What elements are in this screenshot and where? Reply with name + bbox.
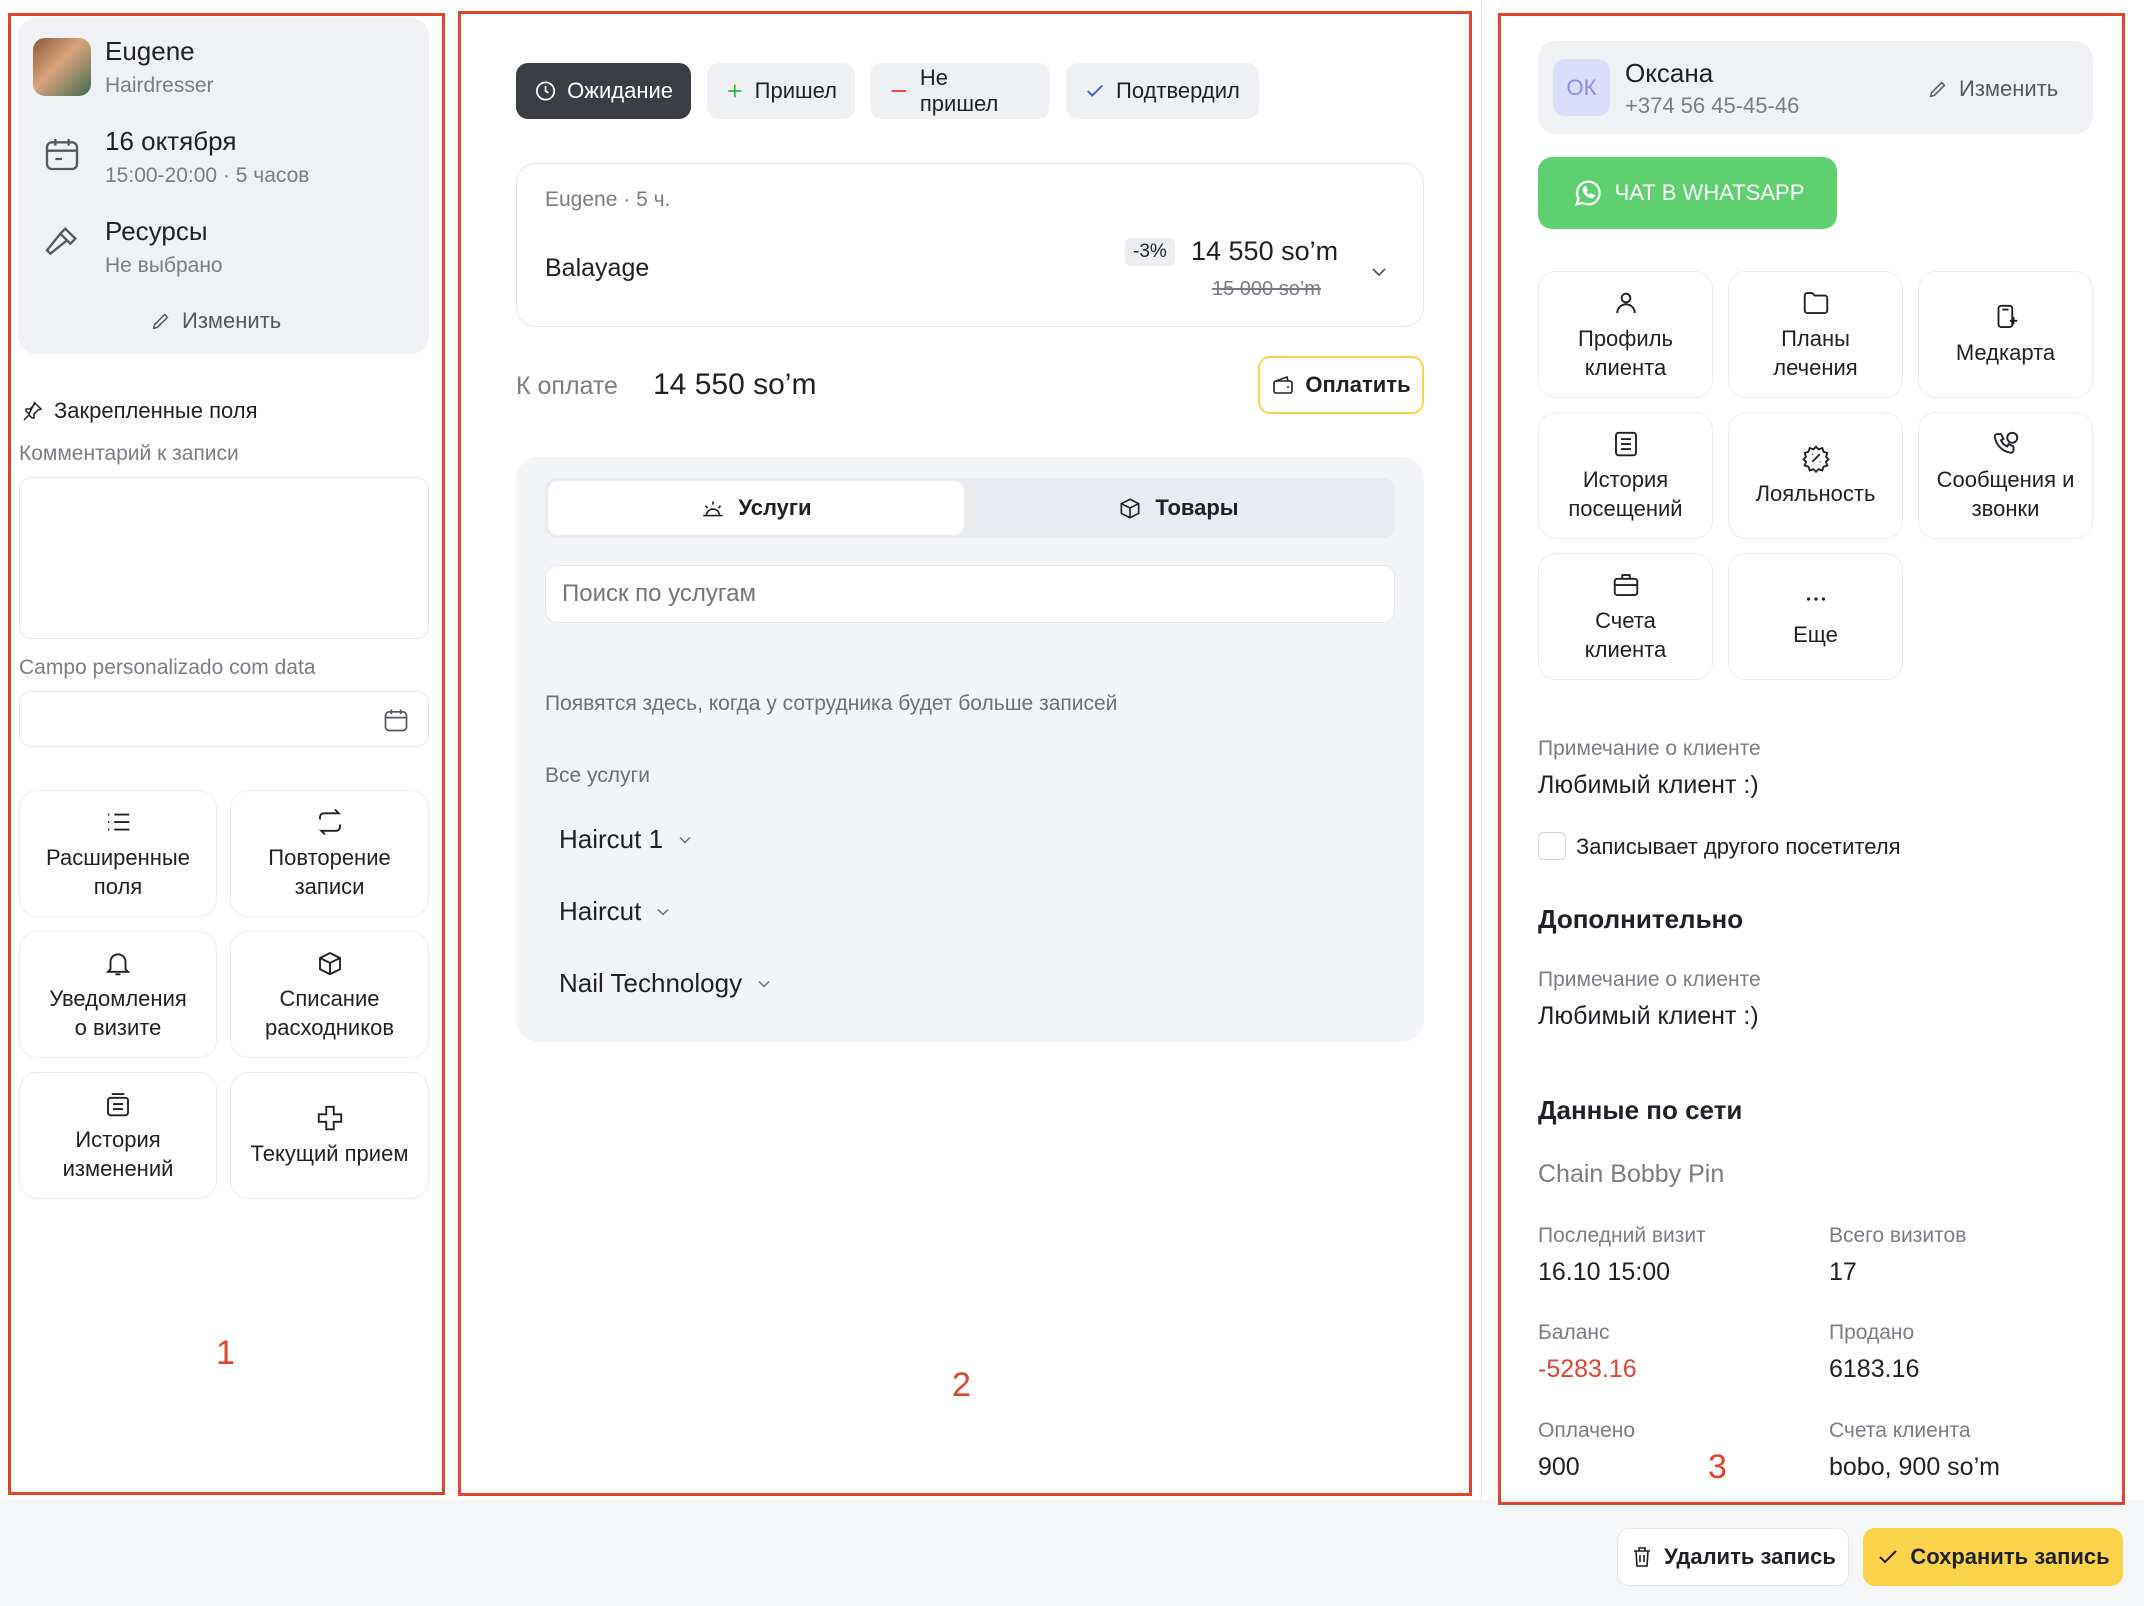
check-icon xyxy=(1879,1550,1898,1564)
save-appointment-label: Сохранить запись xyxy=(1910,1544,2110,1569)
annotation-box-1 xyxy=(8,13,445,1495)
annotation-box-3 xyxy=(1498,13,2125,1505)
annotation-box-2 xyxy=(458,11,1472,1496)
delete-appointment-button[interactable]: Удалить запись xyxy=(1617,1528,1849,1586)
annotation-label-2: 2 xyxy=(952,1366,971,1404)
annotation-label-3: 3 xyxy=(1708,1448,1727,1486)
save-appointment-button[interactable]: Сохранить запись xyxy=(1863,1528,2123,1586)
annotation-label-1: 1 xyxy=(216,1334,235,1372)
delete-appointment-label: Удалить запись xyxy=(1664,1544,1836,1569)
trash-icon xyxy=(1634,1547,1651,1567)
column-divider xyxy=(1481,0,1482,1500)
